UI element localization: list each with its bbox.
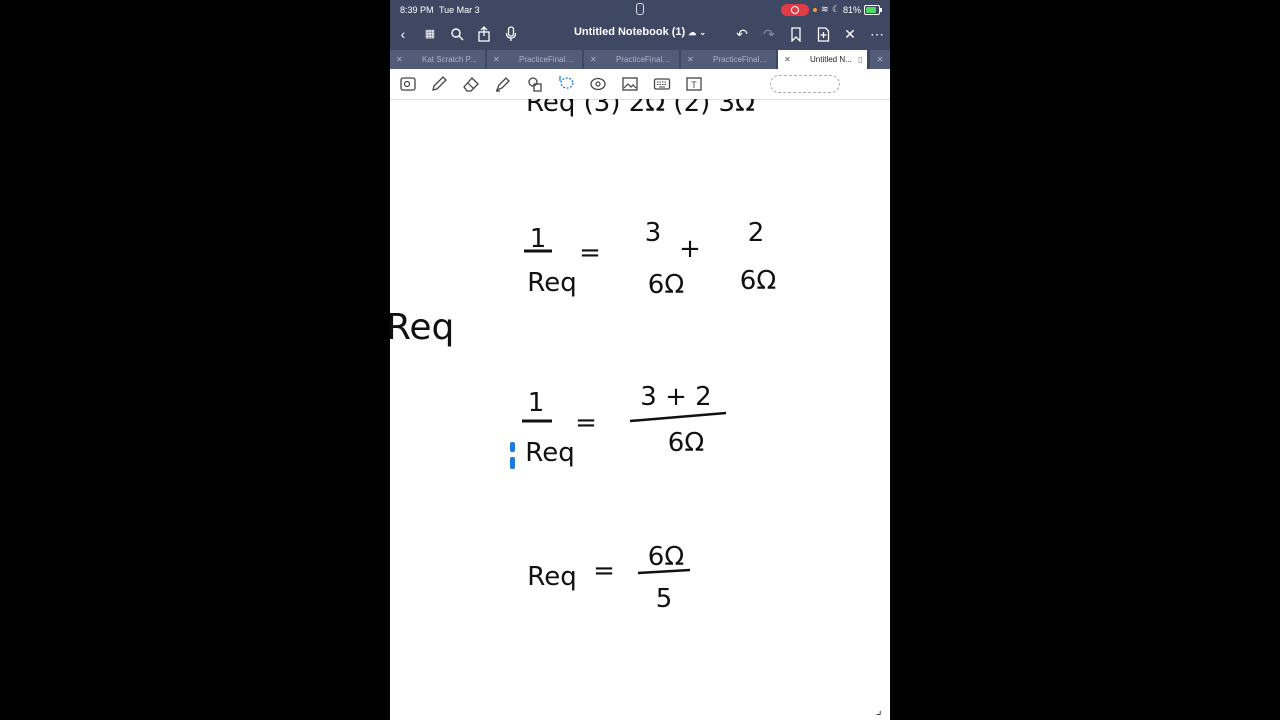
eq2-lhs-denominator: Req: [525, 438, 574, 468]
do-not-disturb-icon: ☾: [832, 4, 841, 14]
handwriting-layer: Req (3) 2Ω (2) 3Ω 1 Req = 3 6Ω + 2 6Ω Re…: [390, 88, 776, 614]
keyboard-icon[interactable]: [653, 75, 671, 93]
tab-bar: ✕ Kat Scratch P... ✕ PracticeFinalE... ✕…: [390, 49, 890, 69]
add-page-icon[interactable]: [814, 25, 832, 46]
wifi-icon: ≋: [821, 4, 829, 14]
close-icon[interactable]: ✕: [841, 25, 859, 43]
eq1-term2-numerator: 2: [748, 218, 765, 248]
chevron-down-icon[interactable]: ⌄: [699, 28, 706, 37]
highlighter-icon[interactable]: [494, 75, 512, 93]
tab-3[interactable]: ✕ PracticeFinalE...: [584, 50, 680, 69]
eq1-equals: =: [579, 238, 601, 268]
microphone-icon: [636, 3, 644, 15]
eq1-lhs-denominator: Req: [527, 268, 576, 298]
tab-5-active[interactable]: ✕ Untitled N... ▯: [778, 50, 868, 69]
grid-view-icon[interactable]: ▦: [421, 25, 439, 43]
tab-1[interactable]: ✕ Kat Scratch P...: [390, 50, 486, 69]
redo-icon[interactable]: ↷: [760, 25, 778, 43]
partial-top-line: Req (3) 2Ω (2) 3Ω: [526, 99, 755, 118]
text-cursor-bottom: [510, 457, 515, 469]
resize-corner-icon[interactable]: ⌟: [876, 703, 882, 717]
eq2-equals: =: [575, 408, 597, 438]
eq1-term1-denominator: 6Ω: [648, 270, 684, 300]
status-time: 8:39 PM: [400, 5, 434, 15]
eq2-lhs-numerator: 1: [528, 388, 545, 418]
more-icon[interactable]: ⋯: [868, 25, 886, 43]
tab-overflow[interactable]: ✕: [870, 50, 890, 69]
eq2-rhs-denominator: 6Ω: [668, 428, 704, 458]
tab-label: Kat Scratch P...: [422, 55, 477, 64]
tab-2[interactable]: ✕ PracticeFinalE...: [487, 50, 583, 69]
undo-icon[interactable]: ↶: [733, 25, 751, 43]
navigation-bar: ‹ ▦ Untitled Notebook (1) ☁ ⌄ ↶ ↷ ✕ ⋯: [390, 20, 890, 49]
tab-4[interactable]: ✕ PracticeFinalE...: [681, 50, 777, 69]
eq2-rhs-numerator: 3 + 2: [640, 382, 711, 412]
close-tab-icon[interactable]: ✕: [687, 50, 694, 69]
mic-indicator-dot: [813, 8, 817, 12]
close-tab-icon[interactable]: ✕: [493, 50, 500, 69]
share-icon[interactable]: [475, 25, 493, 46]
tab-label: PracticeFinalE...: [713, 55, 768, 64]
eq1-term2-denominator: 6Ω: [740, 266, 776, 296]
drawing-toolbar: T: [390, 69, 890, 100]
eq3-rhs-numerator: 6Ω: [648, 542, 684, 572]
bookmark-icon[interactable]: [787, 25, 805, 46]
text-cursor-top: [510, 442, 515, 452]
tab-label: PracticeFinalE...: [616, 55, 671, 64]
battery-icon: [864, 5, 882, 15]
close-tab-icon[interactable]: ✕: [396, 50, 403, 69]
svg-text:T: T: [691, 80, 697, 90]
close-tab-icon[interactable]: ✕: [590, 50, 597, 69]
lasso-icon[interactable]: [557, 75, 575, 93]
microphone-icon[interactable]: [502, 25, 520, 46]
tab-label: Untitled N...: [810, 55, 852, 64]
eq3-rhs-denominator: 5: [656, 584, 673, 614]
status-date: Tue Mar 3: [439, 5, 480, 15]
back-chevron-icon[interactable]: ‹: [394, 25, 412, 43]
battery-percent: 81%: [843, 5, 862, 15]
eq2-rhs-fraction-bar: [629, 411, 727, 423]
search-icon[interactable]: [448, 25, 466, 45]
notability-window: 8:39 PM Tue Mar 3 ≋ ☾ 81% ‹ ▦ Untitled N…: [390, 0, 890, 720]
side-req: Req: [390, 307, 454, 348]
status-bar: 8:39 PM Tue Mar 3 ≋ ☾ 81%: [390, 0, 890, 20]
screen-record-icon[interactable]: [781, 4, 809, 16]
pen-icon[interactable]: [430, 75, 448, 93]
tab-label: PracticeFinalE...: [519, 55, 574, 64]
sticker-icon[interactable]: [589, 75, 607, 93]
text-box-icon[interactable]: T: [685, 75, 703, 93]
favorite-pens-strip[interactable]: [770, 75, 840, 93]
lasso-camera-icon[interactable]: [399, 75, 417, 93]
eq3-equals: =: [593, 556, 615, 586]
shapes-icon[interactable]: [526, 75, 544, 93]
eq3-rhs-fraction-bar: [637, 568, 691, 575]
image-icon[interactable]: [621, 75, 639, 93]
cloud-sync-icon: ☁: [688, 28, 697, 37]
note-canvas[interactable]: Req (3) 2Ω (2) 3Ω 1 Req = 3 6Ω + 2 6Ω Re…: [390, 88, 890, 720]
notebook-title[interactable]: Untitled Notebook (1): [574, 26, 685, 38]
eraser-icon[interactable]: [462, 75, 480, 93]
eq1-term1-numerator: 3: [645, 218, 662, 248]
split-view-icon[interactable]: ▯: [858, 50, 862, 69]
eq3-lhs: Req: [527, 562, 576, 592]
eq1-plus: +: [679, 234, 701, 264]
close-tab-icon[interactable]: ✕: [784, 50, 791, 69]
